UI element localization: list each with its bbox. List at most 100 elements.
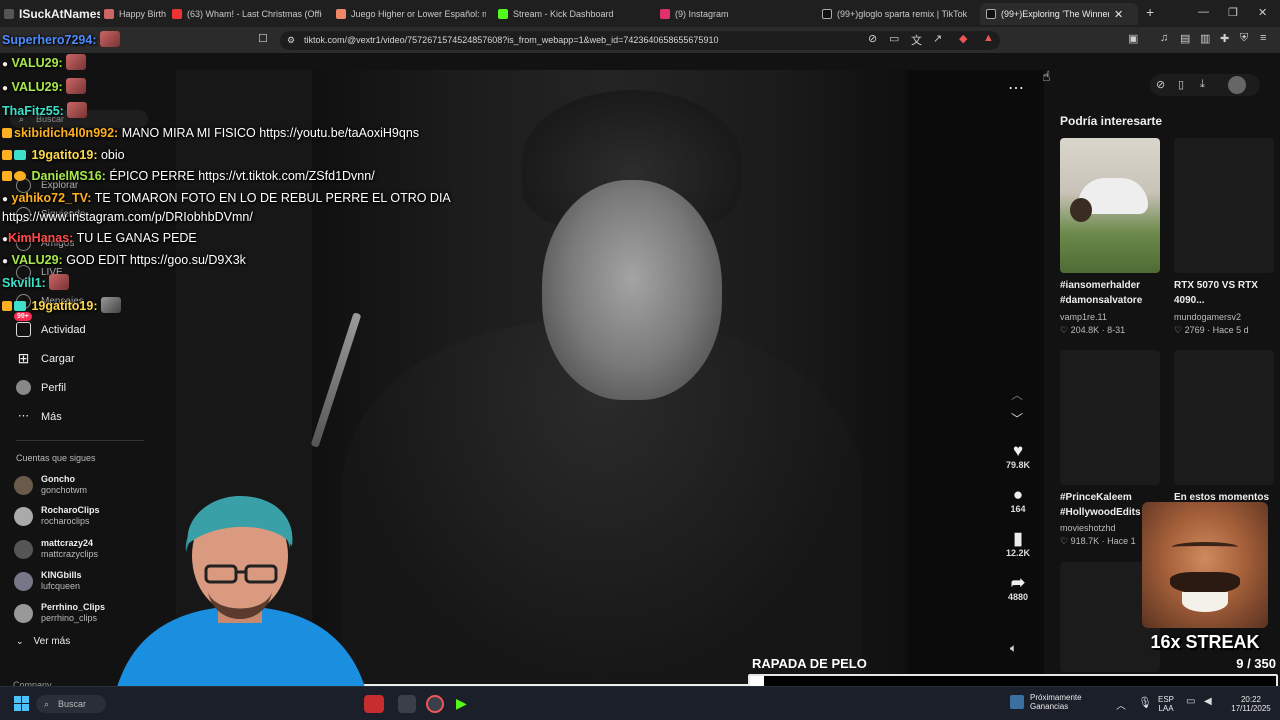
more-options-icon[interactable]: ⋯	[1008, 78, 1024, 98]
coins-icon[interactable]: ⊘	[1156, 78, 1165, 91]
bookmark-icon[interactable]: ☐	[258, 32, 268, 45]
translate-icon[interactable]: 文	[911, 32, 922, 48]
kick-taskbar-icon[interactable]: ▶	[456, 695, 474, 713]
chat-text: ÉPICO PERRE https://vt.tiktok.com/ZSfd1D…	[109, 169, 375, 183]
tiktok-icon	[822, 9, 832, 19]
download-icon[interactable]: ⤓	[1200, 78, 1205, 91]
sidebar-item-actividad[interactable]: Actividad 99+	[14, 312, 86, 337]
bullet-icon: ●	[2, 256, 9, 267]
rewards-icon[interactable]: ▲	[983, 32, 994, 44]
user-avatar[interactable]	[1228, 76, 1246, 94]
tab-tiktok-active[interactable]: (99+)Exploring 'The Winner ✕	[980, 3, 1138, 25]
music-icon[interactable]: ♫	[1160, 32, 1168, 44]
brave-shield-icon[interactable]: ◆	[959, 32, 967, 45]
wallet-icon[interactable]: ▥	[1200, 32, 1210, 45]
taskbar-search[interactable]: ⌕ Buscar	[36, 695, 106, 713]
new-tab-icon[interactable]: +	[1146, 4, 1154, 20]
suggestion-thumbnail[interactable]	[1060, 138, 1160, 273]
sidebar-item-cargar[interactable]: ⊞ Cargar	[16, 351, 75, 366]
game-icon	[336, 9, 346, 19]
close-tab-icon[interactable]: ✕	[1114, 8, 1123, 21]
kick-icon	[498, 9, 508, 19]
chevron-down-icon[interactable]: ﹀	[1011, 410, 1023, 427]
tab-happy-birthday[interactable]: Happy Birth	[104, 3, 166, 25]
chat-message: ● VALU29:	[2, 54, 87, 73]
account-item[interactable]: RocharoClips rocharoclips	[14, 505, 100, 527]
comment-button[interactable]: ● 164	[998, 486, 1038, 515]
account-item[interactable]: Perrhino_Clips perrhino_clips	[14, 602, 105, 624]
bullet-icon: ●	[2, 194, 9, 205]
suggestion-author[interactable]: mundogamersv2	[1174, 312, 1241, 322]
device-icon[interactable]: ▯	[1178, 78, 1184, 91]
minimize-icon[interactable]: —	[1198, 6, 1209, 18]
reader-icon[interactable]: ▤	[1180, 32, 1190, 45]
app-icon[interactable]	[364, 695, 384, 713]
no-tracking-icon[interactable]: ⊘	[868, 32, 877, 45]
chat-username: Skvill1:	[2, 276, 46, 290]
windows-start-icon[interactable]	[14, 696, 29, 711]
app-icon[interactable]	[426, 695, 444, 713]
close-window-icon[interactable]: ✕	[1258, 6, 1267, 19]
menu-icon[interactable]: ≡	[1260, 32, 1266, 44]
suggestion-title[interactable]: #iansomerhalder #damonsalvatore	[1060, 278, 1142, 308]
see-more-button[interactable]: ⌄ Ver más	[16, 636, 70, 647]
account-item[interactable]: mattcrazy24 mattcrazyclips	[14, 538, 98, 560]
tab-label: (63) Wham! - Last Christmas (Officia	[187, 9, 322, 19]
suggestion-author[interactable]: vamp1re.11	[1060, 312, 1107, 322]
chat-message: 19gatito19: obio	[2, 147, 125, 163]
chat-text: TE TOMARON FOTO EN LO DE REBUL PERRE EL …	[94, 191, 451, 205]
volume-icon[interactable]: ◀︎	[1204, 696, 1212, 707]
language-indicator[interactable]: ESP LAA	[1158, 695, 1174, 713]
account-name: RocharoClips	[41, 505, 100, 515]
suggestion-title[interactable]: #PrinceKaleem #HollywoodEdits	[1060, 490, 1141, 520]
tab-youtube-wham[interactable]: (63) Wham! - Last Christmas (Officia	[172, 3, 322, 25]
app-icon[interactable]	[398, 695, 416, 713]
chat-username: KimHanas:	[8, 231, 74, 245]
suggestion-thumbnail[interactable]	[1174, 138, 1274, 273]
news-widget[interactable]: Próximamente Ganancias	[1010, 693, 1082, 711]
sub-badge-icon	[14, 171, 26, 181]
goal-count: 9 / 350	[1236, 656, 1276, 671]
tab-tiktok-sparta[interactable]: (99+)gloglo sparta remix | TikTok	[822, 3, 972, 25]
screen-icon[interactable]: ▭	[889, 32, 899, 45]
sidebar-item-mas[interactable]: ⋯ Más	[16, 409, 62, 424]
account-name: mattcrazy24	[41, 538, 94, 548]
tab-instagram[interactable]: (9) Instagram	[660, 3, 810, 25]
news-line: Ganancias	[1030, 702, 1069, 711]
tab-isuckatnames[interactable]: ISuckAtNames:	[4, 3, 100, 25]
emote	[100, 297, 121, 313]
tab-kick-dashboard[interactable]: Stream - Kick Dashboard	[498, 3, 648, 25]
suggestion-thumbnail[interactable]	[1060, 350, 1160, 485]
tab-label: ISuckAtNames:	[19, 7, 100, 21]
chat-text: TU LE GANAS PEDE	[76, 231, 197, 245]
microphone-icon[interactable]: 🎙︎	[1138, 696, 1152, 709]
clock[interactable]: 20:22 17/11/2025	[1226, 695, 1276, 713]
restore-icon[interactable]: ❐	[1228, 6, 1238, 19]
chat-message: Superhero7294:	[2, 31, 120, 48]
tab-higher-lower[interactable]: Juego Higher or Lower Español: más	[336, 3, 486, 25]
suggestion-thumbnail[interactable]	[1174, 350, 1274, 485]
sidebar-item-perfil[interactable]: Perfil	[16, 380, 66, 395]
save-button[interactable]: ▮ 12.2K	[998, 530, 1038, 559]
chevron-up-icon[interactable]: ︿	[1116, 697, 1126, 712]
chat-username: 19gatito19:	[31, 299, 98, 313]
share-button[interactable]: ➦ 4880	[998, 574, 1038, 603]
vpn-icon[interactable]: ⛨	[1240, 32, 1248, 45]
chat-text: MANO MIRA MI FISICO https://youtu.be/taA…	[121, 126, 420, 140]
chat-username: 19gatito19:	[31, 148, 98, 162]
share-icon[interactable]: ↗	[933, 32, 942, 45]
suggestion-stats: ♡ 2769 · Hace 5 d	[1174, 325, 1249, 335]
extensions-icon[interactable]: ✚	[1220, 32, 1229, 45]
volume-icon[interactable]: 🔈︎	[1010, 641, 1017, 656]
chevron-up-icon[interactable]: ︿	[1011, 386, 1023, 403]
network-icon[interactable]: ▭	[1186, 696, 1195, 707]
site-info-icon[interactable]: ⚙	[287, 31, 295, 50]
account-name: Perrhino_Clips	[41, 602, 106, 612]
suggestion-title[interactable]: RTX 5070 VS RTX 4090...	[1174, 278, 1258, 308]
account-item[interactable]: KINGbills lufcqueen	[14, 570, 82, 592]
sidebar-toggle-icon[interactable]: ▣	[1128, 32, 1138, 45]
suggestion-author[interactable]: movieshotzhd	[1060, 523, 1116, 533]
account-item[interactable]: Goncho gonchotwm	[14, 474, 87, 496]
like-button[interactable]: ♥ 79.8K	[998, 442, 1038, 471]
chat-text: GOD EDIT https://goo.su/D9X3k	[66, 253, 246, 267]
